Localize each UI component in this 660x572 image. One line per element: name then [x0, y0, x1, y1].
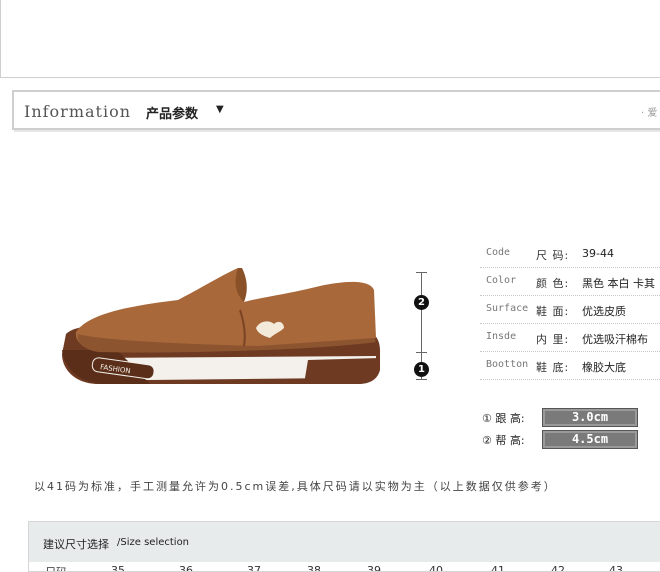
marker-1-icon: 1	[414, 362, 429, 377]
spec-value: 39-44	[582, 247, 614, 260]
size-row-label: 尺码	[45, 564, 67, 571]
spec-cn-label: 内 里:	[536, 333, 570, 346]
spec-value: 黑色 本白 卡其	[582, 277, 655, 290]
spec-value: 橡胶大底	[582, 361, 626, 374]
spec-row-inside: Insde 内 里: 优选吸汗棉布	[480, 324, 660, 352]
spec-row-code: Code 尺 码: 39-44	[480, 240, 660, 268]
size-cell: 35	[111, 564, 125, 572]
size-cell: 38	[307, 564, 321, 572]
spec-en-label: Surface	[486, 303, 529, 314]
size-cell: 40	[429, 564, 443, 572]
section-title: Information	[24, 102, 132, 121]
spec-en-label: Code	[486, 247, 511, 258]
size-cell: 43	[609, 564, 623, 572]
spec-table: Code 尺 码: 39-44 Color 颜 色: 黑色 本白 卡其 Surf…	[480, 240, 660, 380]
dropdown-arrow-icon[interactable]: ▼	[216, 104, 224, 115]
measurement-label: ② 帮 高:	[482, 434, 525, 447]
size-table-title-en: /Size selection	[117, 537, 190, 548]
spec-cn-label: 尺 码:	[536, 249, 570, 262]
spec-row-color: Color 颜 色: 黑色 本白 卡其	[480, 268, 660, 296]
spec-en-label: Color	[486, 275, 517, 286]
size-cell: 39	[367, 564, 381, 572]
marker-2-icon: 2	[414, 295, 429, 310]
measurement-value: 4.5cm	[542, 430, 638, 449]
size-row: 尺码 35 36 37 38 39 40 41 42 43	[29, 562, 660, 572]
spec-cn-label: 颜 色:	[536, 277, 570, 290]
spec-value: 优选吸汗棉布	[582, 333, 648, 346]
scale-tick-bottom	[416, 379, 427, 380]
size-table: 建议尺寸选择 /Size selection 尺码 35 36 37 38 39…	[28, 521, 660, 572]
information-header: Information 产品参数 ▼ · 爱	[12, 90, 660, 132]
spec-cn-label: 鞋 底:	[536, 361, 570, 374]
size-cell: 42	[551, 564, 565, 572]
measurement-label: ① 跟 高:	[482, 412, 525, 425]
spec-row-bottom: Bootton 鞋 底: 橡胶大底	[480, 352, 660, 380]
spec-en-label: Bootton	[486, 359, 529, 370]
size-cell: 36	[179, 564, 193, 572]
size-table-header: 建议尺寸选择 /Size selection	[29, 522, 660, 562]
measurement-note: 以41码为标准，手工测量允许为0.5cm误差,具体尺码请以实物为主（以上数据仅供…	[34, 480, 557, 493]
measurement-value: 3.0cm	[542, 408, 638, 427]
size-table-title: 建议尺寸选择	[43, 538, 109, 551]
spec-value: 优选皮质	[582, 305, 626, 318]
spec-en-label: Insde	[486, 331, 517, 342]
scale-tick-mid	[416, 352, 427, 353]
section-subtitle: 产品参数	[146, 107, 199, 122]
header-right-text: · 爱	[641, 108, 658, 119]
size-cell: 41	[491, 564, 505, 572]
top-panel	[0, 0, 660, 78]
size-cell: 37	[247, 564, 261, 572]
scale-tick-top	[416, 272, 427, 273]
spec-row-surface: Surface 鞋 面: 优选皮质	[480, 296, 660, 324]
spec-cn-label: 鞋 面:	[536, 305, 570, 318]
shoe-image: FASHION	[58, 262, 388, 392]
